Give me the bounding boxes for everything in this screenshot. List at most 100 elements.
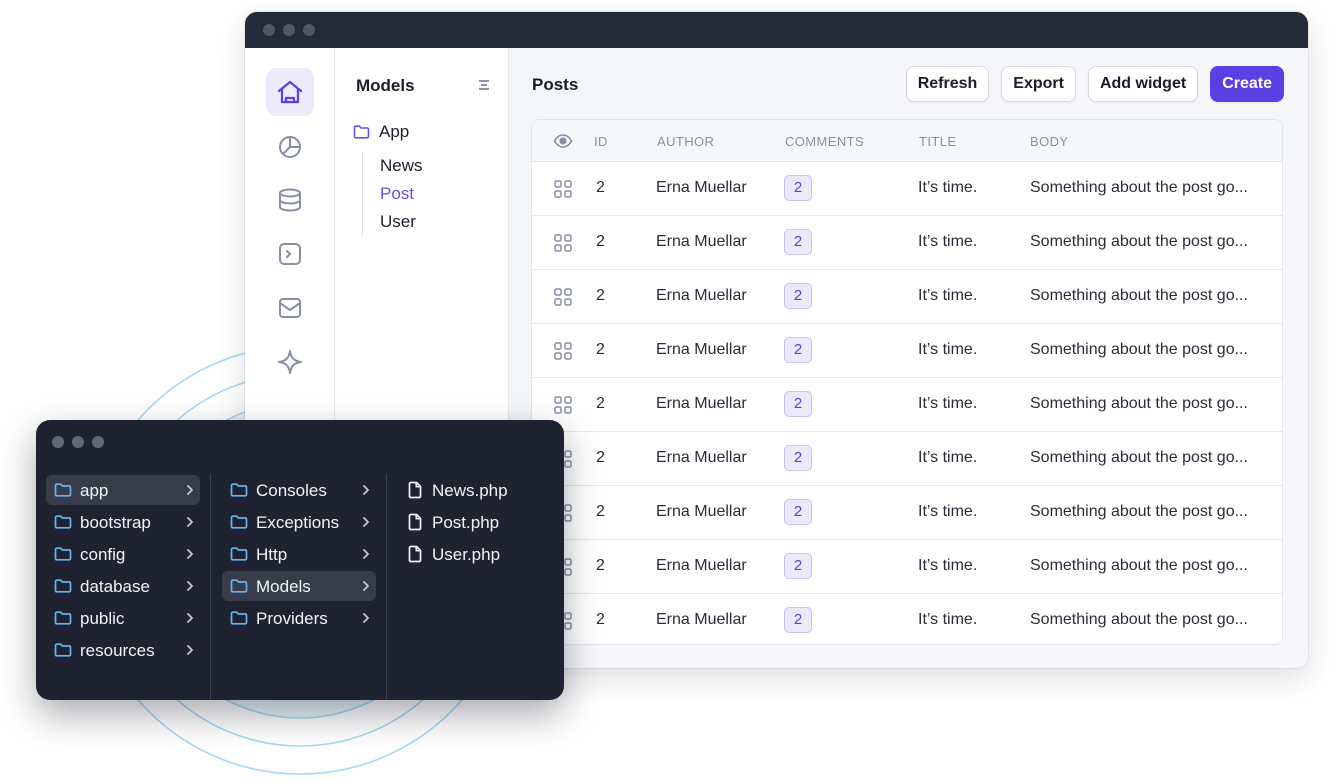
folder-icon	[230, 611, 248, 625]
cell-title: It’s time.	[918, 395, 978, 412]
column-header-comments[interactable]: COMMENTS	[785, 134, 864, 149]
eye-icon[interactable]	[553, 133, 573, 149]
subdirectory-item[interactable]: Exceptions	[222, 507, 376, 537]
window-close-dot[interactable]	[263, 24, 275, 36]
file-item[interactable]: News.php	[398, 475, 548, 505]
create-button[interactable]: Create	[1210, 66, 1284, 102]
comments-badge: 2	[784, 553, 812, 579]
directory-item[interactable]: config	[46, 539, 200, 569]
subdirectory-item[interactable]: Http	[222, 539, 376, 569]
sparkle-icon	[278, 350, 302, 374]
tree-item-user[interactable]: User	[380, 208, 502, 236]
window-minimize-dot[interactable]	[283, 24, 295, 36]
cell-id: 2	[596, 395, 605, 412]
cell-body: Something about the post go...	[1030, 287, 1248, 304]
folder-icon	[54, 643, 72, 657]
file-icon	[408, 545, 422, 563]
mail-icon	[279, 298, 301, 318]
cell-id: 2	[596, 287, 605, 304]
rail-sparkle-button[interactable]	[266, 338, 314, 386]
directory-item[interactable]: database	[46, 571, 200, 601]
item-label: News.php	[432, 481, 508, 500]
chevron-right-icon	[363, 581, 369, 591]
table-row[interactable]: 2 Erna Muellar 2 It’s time. Something about …	[532, 486, 1282, 540]
drag-handle-icon[interactable]	[553, 179, 573, 199]
folder-icon	[54, 547, 72, 561]
tree-item-news[interactable]: News	[380, 152, 502, 180]
table-row[interactable]: 2 Erna Muellar 2 It’s time. Something about …	[532, 432, 1282, 486]
cell-author: Erna Muellar	[656, 341, 747, 358]
comments-badge: 2	[784, 607, 812, 633]
rail-terminal-button[interactable]	[266, 230, 314, 278]
column-header-title[interactable]: TITLE	[919, 134, 956, 149]
cell-title: It’s time.	[918, 233, 978, 250]
rail-home-button[interactable]	[266, 68, 314, 116]
cell-title: It’s time.	[918, 287, 978, 304]
add-widget-button[interactable]: Add widget	[1087, 66, 1199, 102]
export-button[interactable]: Export	[1001, 66, 1076, 102]
table-row[interactable]: 2 Erna Muellar 2 It’s time. Something about …	[532, 162, 1282, 216]
window-maximize-dot[interactable]	[303, 24, 315, 36]
terminal-icon	[279, 243, 301, 265]
file-item[interactable]: User.php	[398, 539, 548, 569]
rail-database-button[interactable]	[266, 176, 314, 224]
comments-badge: 2	[784, 229, 812, 255]
page-title: Posts	[532, 75, 579, 94]
folder-icon	[230, 579, 248, 593]
table-row[interactable]: 2 Erna Muellar 2 It’s time. Something about …	[532, 378, 1282, 432]
directory-item[interactable]: resources	[46, 635, 200, 665]
folder-icon	[230, 483, 248, 497]
directory-item[interactable]: public	[46, 603, 200, 633]
chevron-right-icon	[187, 613, 193, 623]
subdirectory-item[interactable]: Models	[222, 571, 376, 601]
item-label: resources	[80, 641, 155, 660]
file-item[interactable]: Post.php	[398, 507, 548, 537]
chevron-right-icon	[187, 549, 193, 559]
column-header-body[interactable]: BODY	[1030, 134, 1068, 149]
table-row[interactable]: 2 Erna Muellar 2 It’s time. Something about …	[532, 540, 1282, 594]
file-window-minimize-dot[interactable]	[72, 436, 84, 448]
chevron-right-icon	[187, 645, 193, 655]
file-browser-window: app bootstrap config database public resource…	[36, 420, 564, 700]
cell-body: Something about the post go...	[1030, 449, 1248, 466]
cell-body: Something about the post go...	[1030, 557, 1248, 574]
cell-title: It’s time.	[918, 179, 978, 196]
table-row[interactable]: 2 Erna Muellar 2 It’s time. Something about …	[532, 270, 1282, 324]
comments-badge: 2	[784, 175, 812, 201]
cell-title: It’s time.	[918, 503, 978, 520]
drag-handle-icon[interactable]	[553, 341, 573, 361]
drag-handle-icon[interactable]	[553, 287, 573, 307]
item-label: Providers	[256, 609, 328, 628]
drag-handle-icon[interactable]	[553, 395, 573, 415]
item-label: app	[80, 481, 109, 500]
tree-item-post[interactable]: Post	[380, 180, 502, 208]
column-header-author[interactable]: AUTHOR	[657, 134, 714, 149]
cell-title: It’s time.	[918, 449, 978, 466]
rail-mail-button[interactable]	[266, 284, 314, 332]
item-label: bootstrap	[80, 513, 151, 532]
collapse-panel-icon[interactable]	[477, 78, 491, 92]
table-row[interactable]: 2 Erna Muellar 2 It’s time. Something about …	[532, 324, 1282, 378]
drag-handle-icon[interactable]	[553, 233, 573, 253]
refresh-button[interactable]: Refresh	[905, 66, 990, 102]
subdirectory-item[interactable]: Providers	[222, 603, 376, 633]
file-window-close-dot[interactable]	[52, 436, 64, 448]
cell-id: 2	[596, 503, 605, 520]
folder-icon	[353, 125, 370, 139]
subdirectory-item[interactable]: Consoles	[222, 475, 376, 505]
table-row[interactable]: 2 Erna Muellar 2 It’s time. Something about …	[532, 216, 1282, 270]
toolbar: Refresh Export Add widget Create	[905, 66, 1284, 102]
table-row[interactable]: 2 Erna Muellar 2 It’s time. Something about …	[532, 594, 1282, 644]
chevron-right-icon	[363, 517, 369, 527]
rail-charts-button[interactable]	[266, 122, 314, 170]
cell-body: Something about the post go...	[1030, 611, 1248, 628]
item-label: Http	[256, 545, 288, 564]
directory-item[interactable]: app	[46, 475, 200, 505]
directory-item[interactable]: bootstrap	[46, 507, 200, 537]
tree-root-label: App	[379, 122, 410, 141]
tree-item-app[interactable]: App	[353, 122, 409, 142]
file-window-titlebar	[52, 436, 104, 448]
file-icon	[408, 513, 422, 531]
column-header-id[interactable]: ID	[594, 134, 608, 149]
file-window-maximize-dot[interactable]	[92, 436, 104, 448]
